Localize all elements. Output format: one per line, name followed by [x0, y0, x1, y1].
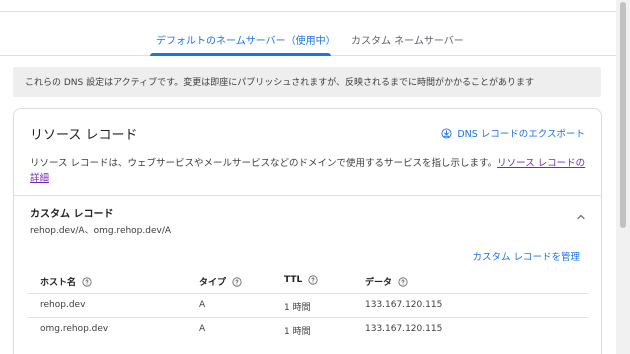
card-description: リソース レコードは、ウェブサービスやメールサービスなどのドメインで使用するサー… [30, 156, 590, 186]
custom-records-title: カスタム レコード [30, 209, 114, 220]
table-row: omg.rehop.dev A 1 時間 133.167.120.115 [28, 317, 588, 341]
column-header-type: タイプ [199, 275, 242, 288]
column-header-data: データ [365, 275, 408, 288]
column-header-label: ホスト名 [40, 278, 77, 288]
chevron-up-icon[interactable] [575, 211, 587, 223]
help-icon[interactable] [82, 276, 92, 287]
manage-custom-records-link[interactable]: カスタム レコードを管理 [472, 249, 580, 263]
export-dns-records-link[interactable]: DNS レコードのエクスポート [441, 126, 585, 140]
tab-custom-nameservers[interactable]: カスタム ネームサーバー [351, 32, 464, 47]
table-row: rehop.dev A 1 時間 133.167.120.115 [28, 293, 588, 317]
column-header-label: データ [365, 278, 393, 288]
custom-records-summary: rehop.dev/A、omg.rehop.dev/A [30, 226, 172, 236]
description-text: リソース レコードは、ウェブサービスやメールサービスなどのドメインで使用するサー… [30, 158, 498, 169]
cell-hostname: rehop.dev [40, 300, 86, 310]
cell-data: 133.167.120.115 [365, 324, 443, 334]
export-icon [441, 127, 452, 139]
cell-data: 133.167.120.115 [365, 300, 443, 310]
export-label: DNS レコードのエクスポート [457, 129, 585, 140]
custom-records-header: カスタム レコード rehop.dev/A、omg.rehop.dev/A [30, 205, 171, 236]
tab-default-nameservers[interactable]: デフォルトのネームサーバー（使用中） [156, 32, 336, 47]
card-title: リソース レコード [30, 128, 138, 143]
column-header-label: TTL [284, 275, 303, 285]
dns-active-notice: これらの DNS 設定はアクティブです。変更は即座にパブリッシュされますが、反映… [13, 67, 601, 97]
help-icon[interactable] [308, 275, 318, 285]
help-icon[interactable] [398, 276, 408, 287]
active-tab-indicator [150, 53, 331, 56]
help-icon[interactable] [232, 276, 242, 287]
cell-ttl: 1 時間 [284, 327, 311, 337]
cell-type: A [199, 300, 206, 310]
scrollbar-thumb[interactable] [620, 2, 626, 228]
nameserver-tabs: デフォルトのネームサーバー（使用中） カスタム ネームサーバー [0, 28, 616, 56]
scrollbar[interactable] [616, 0, 630, 354]
cell-hostname: omg.rehop.dev [40, 324, 109, 334]
section-divider [14, 195, 601, 196]
top-divider [0, 0, 616, 12]
cell-ttl: 1 時間 [284, 303, 311, 313]
cell-type: A [199, 324, 206, 334]
column-header-ttl: TTL [284, 275, 318, 285]
column-header-label: タイプ [199, 278, 227, 288]
resource-records-card: リソース レコード DNS レコードのエクスポート リソース レコードは、ウェブ… [13, 108, 602, 354]
column-header-hostname: ホスト名 [40, 275, 92, 288]
